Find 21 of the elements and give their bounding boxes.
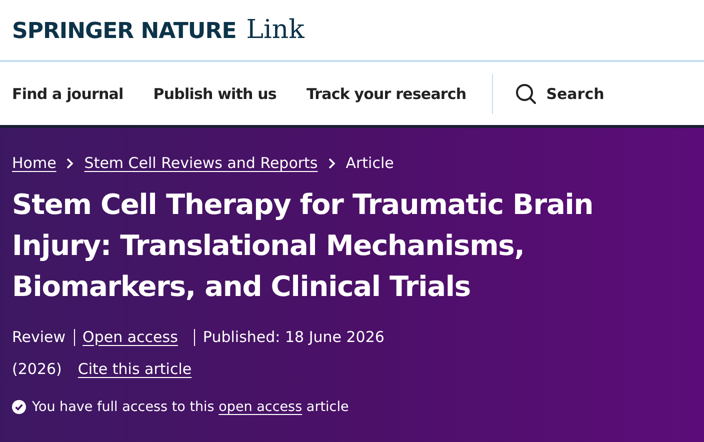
access-notice: You have full access to this open access article xyxy=(32,399,349,415)
chevron-icon xyxy=(66,158,74,168)
search-button[interactable]: Search xyxy=(515,82,604,104)
breadcrumb-current: Article xyxy=(346,154,394,172)
article-title: Stem Cell Therapy for Traumatic Brain Injury: Translational Mechanisms, Biomarkers, and Clinical Trials xyxy=(12,187,594,305)
check-circle-icon xyxy=(12,400,26,414)
breadcrumb-link[interactable]: Home xyxy=(12,154,56,172)
logo-product[interactable]: Link xyxy=(246,15,304,45)
meta-text: Published: 18 June 2026 xyxy=(194,328,392,346)
nav-link[interactable]: Track your research xyxy=(306,84,466,102)
nav-link[interactable]: Find a journal xyxy=(12,84,124,102)
search-icon xyxy=(515,82,538,104)
breadcrumb-link[interactable]: Stem Cell Reviews and Reports xyxy=(84,154,318,172)
meta-link[interactable]: Open access xyxy=(74,328,186,346)
meta-link[interactable]: Cite this article xyxy=(70,360,200,378)
open-access-link[interactable]: open access xyxy=(218,399,302,415)
meta-text: (2026) xyxy=(12,360,63,378)
meta-text: Review xyxy=(12,328,67,346)
logo-brand[interactable]: SPRINGER NATURE xyxy=(12,19,236,44)
nav-link[interactable]: Publish with us xyxy=(153,84,276,102)
chevron-icon xyxy=(328,158,336,168)
